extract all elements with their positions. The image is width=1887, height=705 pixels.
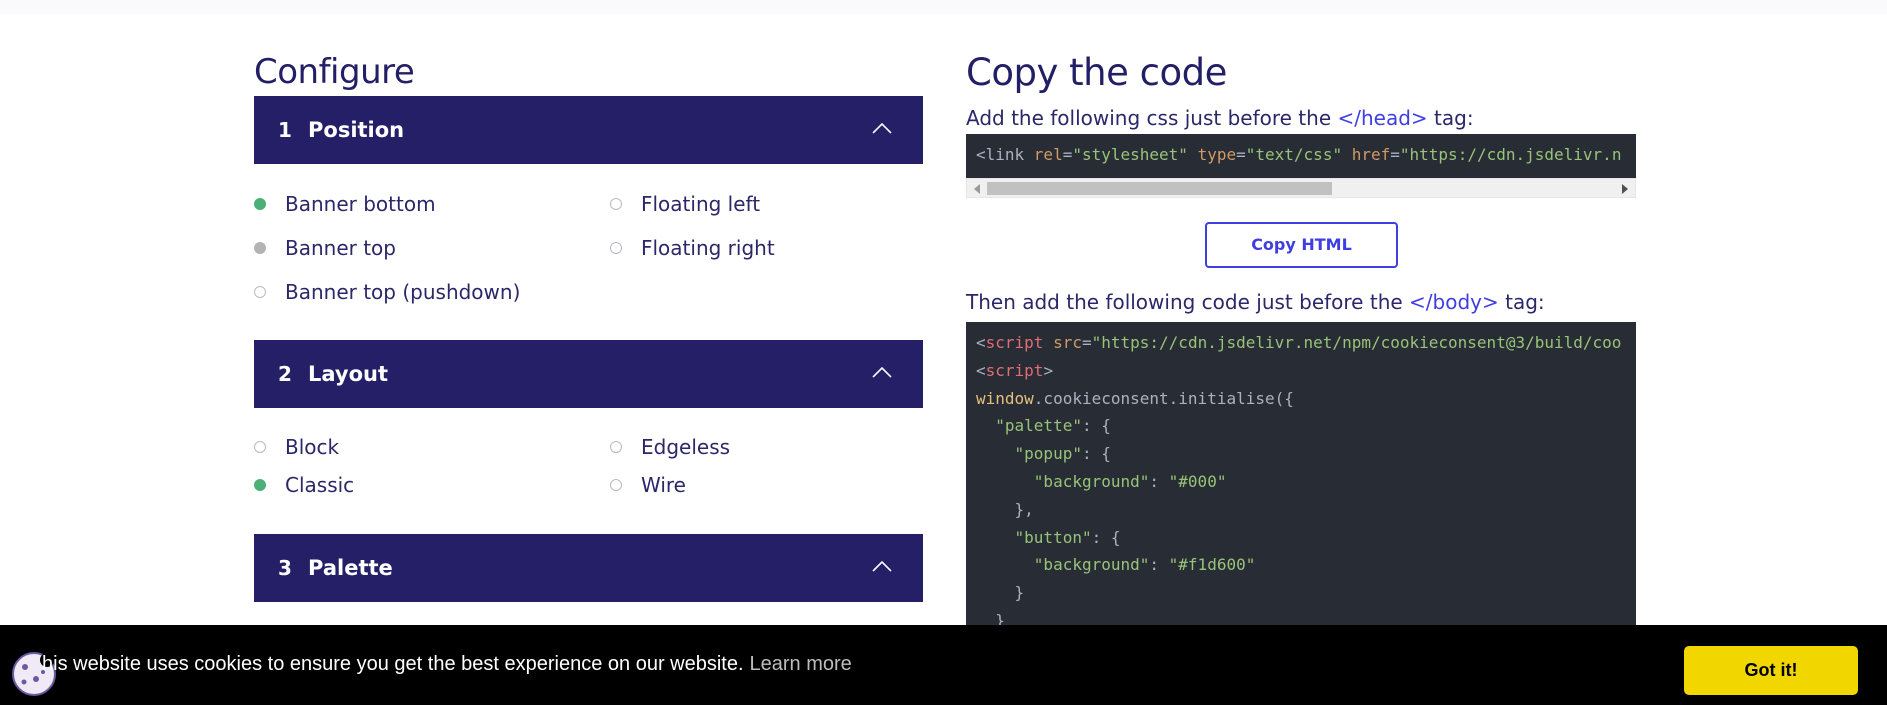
radio-label: Banner top (pushdown) [285,280,521,304]
js-intro-after: tag: [1498,290,1545,314]
code-token: "popup" [976,444,1082,464]
radio-classic[interactable]: Classic [254,473,354,497]
configure-column: Configure 1 Position Banner bottom Float… [254,50,923,602]
code-token: href [1342,145,1391,164]
code-token: "background" [976,471,1150,491]
chevron-up-icon [872,366,892,378]
code-token: : [1149,471,1169,491]
horizontal-scrollbar[interactable] [966,178,1636,198]
code-token: type [1187,145,1237,164]
cookie-message: his website uses cookies to ensure you g… [42,653,852,676]
code-token: "text/css" [1245,145,1343,164]
panel-number: 3 [278,556,292,580]
radio-label: Floating right [641,236,775,260]
code-token: rel [1033,145,1063,164]
cookie-consent-banner: his website uses cookies to ensure you g… [0,625,1887,705]
css-code-block[interactable]: <link rel="stylesheet" type="text/css" h… [966,134,1636,178]
code-token: script [985,333,1044,352]
code-token: = [1390,145,1400,164]
panel-title: Layout [308,362,389,386]
code-token: < [976,333,986,352]
body-tag-text: </body> [1409,290,1499,314]
code-token: "#f1d600" [1168,555,1256,575]
code-token: "https://cdn.jsdelivr.net/npm/cookiecons… [1091,333,1622,352]
head-tag-text: </head> [1337,106,1428,130]
panel-number: 2 [278,362,292,386]
radio-floating-left[interactable]: Floating left [610,192,760,216]
js-intro-text: Then add the following code just before … [966,290,1545,318]
radio-floating-right[interactable]: Floating right [610,236,775,260]
radio-banner-top-pushdown[interactable]: Banner top (pushdown) [254,280,520,304]
radio-banner-top[interactable]: Banner top [254,236,396,260]
radio-dot [254,441,266,453]
radio-label: Block [285,435,340,459]
radio-label: Wire [641,473,686,497]
radio-dot [254,242,266,254]
code-token: "stylesheet" [1072,145,1188,164]
panel-title: Palette [308,556,393,580]
radio-dot [610,479,622,491]
css-intro-text: Add the following css just before the </… [966,106,1636,134]
position-options: Banner bottom Floating left Banner top F… [254,164,923,340]
copy-code-title: Copy the code [966,51,1227,94]
configure-title: Configure [254,52,415,92]
radio-label: Edgeless [641,435,731,459]
panel-layout-header[interactable]: 2 Layout [254,340,923,408]
radio-label: Classic [285,473,355,497]
radio-label: Floating left [641,192,761,216]
panel-palette-header[interactable]: 3 Palette [254,534,923,602]
code-token: "#000" [1168,471,1227,491]
code-token: }, [976,499,1034,519]
code-token: script [985,360,1044,380]
code-token: : [1149,555,1169,575]
css-intro-after: tag: [1427,106,1474,130]
copy-html-button[interactable]: Copy HTML [1205,222,1398,268]
code-token: .cookieconsent.initialise({ [1033,388,1294,408]
radio-dot [610,242,622,254]
panel-title: Position [308,118,405,142]
radio-label: Banner top [285,236,396,260]
top-strip [0,0,1887,14]
code-token: : { [1081,444,1111,464]
panel-position-header[interactable]: 1 Position [254,96,923,164]
learn-more-link[interactable]: Learn more [750,653,852,675]
code-token: = [1236,145,1246,164]
copy-code-column: Copy the code Add the following css just… [966,50,1636,705]
code-token: > [1043,360,1054,380]
got-it-button[interactable]: Got it! [1684,646,1858,695]
layout-options: Block Edgeless Classic Wire [254,408,923,534]
code-token: < [976,360,986,380]
code-token: src [1043,333,1082,352]
code-token: } [976,583,1025,603]
chevron-up-icon [872,122,892,134]
chevron-up-icon [872,560,892,572]
radio-edgeless[interactable]: Edgeless [610,435,730,459]
radio-dot [610,198,622,210]
code-token: : { [1091,527,1121,547]
css-intro-before: Add the following css just before the [966,106,1338,130]
code-token: "background" [976,555,1150,575]
code-token: window [976,388,1034,408]
js-intro-before: Then add the following code just before … [966,290,1410,314]
radio-dot [254,198,266,210]
scroll-right-arrow-icon[interactable] [1622,184,1628,194]
radio-label: Banner bottom [285,192,436,216]
code-token: "button" [976,527,1092,547]
code-token: : { [1081,416,1111,436]
cookie-message-text: his website uses cookies to ensure you g… [42,653,744,675]
scrollbar-thumb[interactable] [987,182,1332,195]
code-token: = [1062,145,1073,164]
radio-wire[interactable]: Wire [610,473,686,497]
radio-dot [610,441,622,453]
code-token: <link [976,145,1034,164]
scroll-left-arrow-icon[interactable] [974,184,980,194]
code-token: "https://cdn.jsdelivr.n [1399,145,1622,164]
radio-banner-bottom[interactable]: Banner bottom [254,192,436,216]
radio-block[interactable]: Block [254,435,339,459]
code-token: = [1081,333,1092,352]
panel-number: 1 [278,118,292,142]
radio-dot [254,286,266,298]
radio-dot [254,479,266,491]
code-token: "palette" [976,416,1082,436]
